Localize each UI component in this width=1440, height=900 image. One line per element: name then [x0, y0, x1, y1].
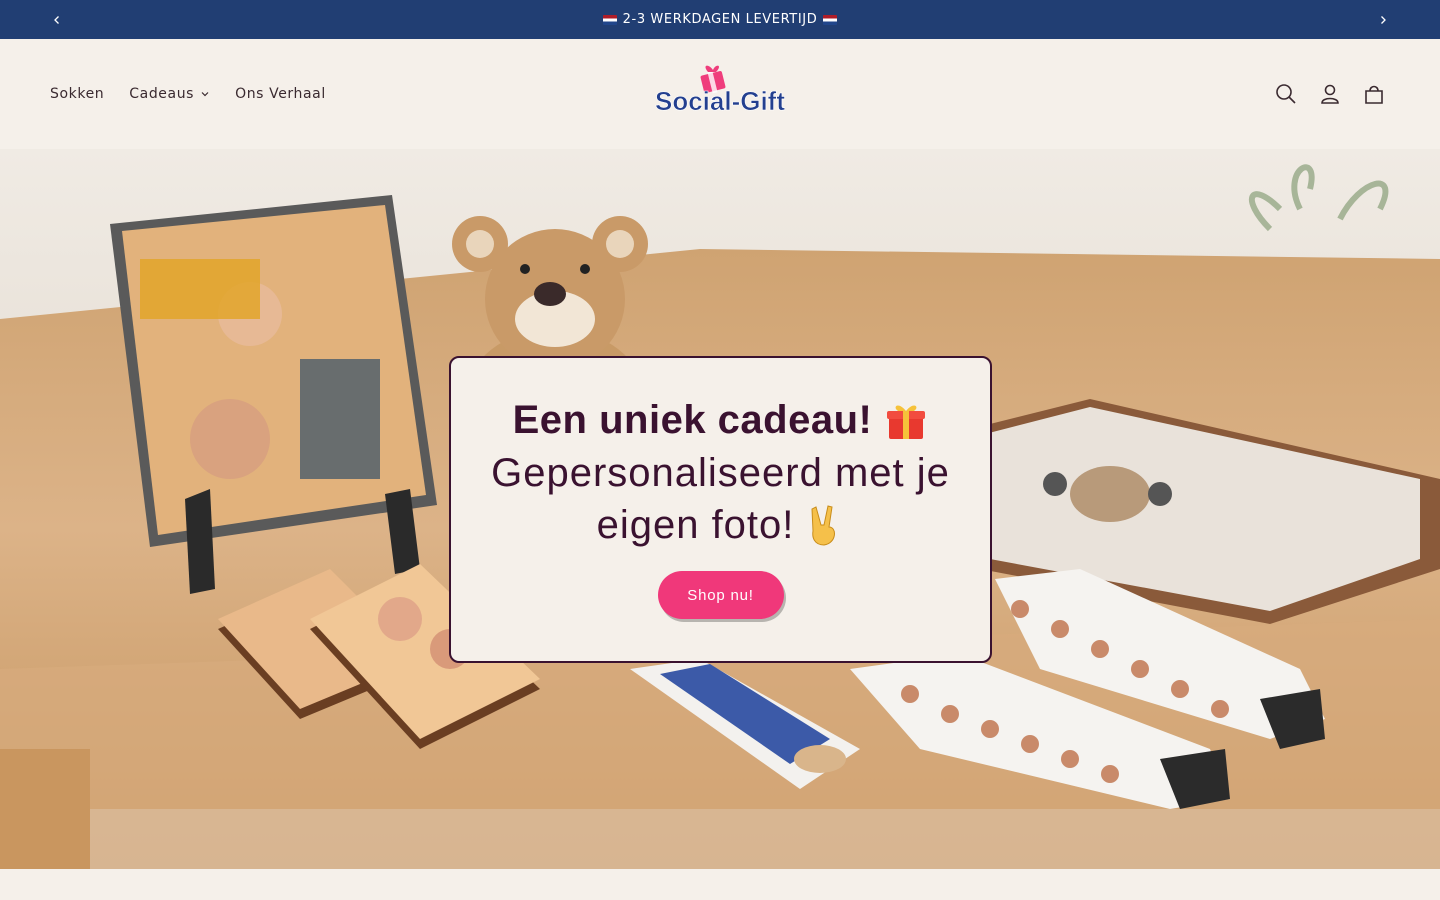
announcement-prev-button[interactable]	[37, 0, 77, 39]
netherlands-flag-icon	[602, 14, 617, 25]
victory-hand-icon	[811, 505, 836, 546]
hero-subtitle-line2-wrap: eigen foto!	[491, 499, 950, 551]
hero-subtitle-line2: eigen foto!	[596, 503, 795, 547]
cart-icon	[1365, 85, 1383, 104]
logo-text: Social-Gift	[655, 86, 785, 116]
shop-now-button[interactable]: Shop nu!	[657, 571, 784, 619]
account-icon	[1321, 84, 1339, 104]
nav-link-label: Ons Verhaal	[235, 86, 326, 102]
nav-link-label: Cadeaus	[129, 86, 195, 102]
announcement-text-wrap: 2-3 WERKDAGEN LEVERTIJD	[602, 12, 838, 27]
cart-button[interactable]	[1363, 83, 1385, 105]
hero-card: Een uniek cadeau! Gepersonaliseerd met j…	[449, 356, 992, 663]
hero-title: Een uniek cadeau!	[512, 398, 873, 442]
search-button[interactable]	[1275, 83, 1297, 105]
chevron-left-icon	[54, 15, 59, 24]
main-nav: Sokken Cadeaus Ons Verhaal	[50, 39, 326, 149]
netherlands-flag-icon	[823, 14, 838, 25]
gift-icon	[887, 405, 926, 439]
nav-link-sokken[interactable]: Sokken	[50, 86, 104, 102]
hero-subtitle-line1: Gepersonaliseerd met je	[491, 451, 950, 495]
announcement-next-button[interactable]	[1363, 0, 1403, 39]
search-icon	[1276, 84, 1296, 104]
header-icons	[1275, 39, 1385, 149]
announcement-text: 2-3 WERKDAGEN LEVERTIJD	[622, 12, 818, 27]
chevron-down-icon	[201, 92, 209, 97]
nav-link-ons-verhaal[interactable]: Ons Verhaal	[235, 86, 326, 102]
announcement-bar: 2-3 WERKDAGEN LEVERTIJD	[0, 0, 1440, 39]
hero-subtitle: Gepersonaliseerd met je eigen foto!	[491, 447, 950, 551]
site-logo[interactable]: Social-Gift	[650, 63, 790, 123]
nav-link-label: Sokken	[50, 86, 105, 102]
hero-title-wrap: Een uniek cadeau!	[513, 398, 929, 443]
hero-banner: Een uniek cadeau! Gepersonaliseerd met j…	[0, 149, 1440, 869]
chevron-right-icon	[1381, 15, 1386, 24]
section-divider	[0, 869, 1440, 900]
nav-link-cadeaus[interactable]: Cadeaus	[129, 86, 210, 102]
site-header: Sokken Cadeaus Ons Verhaal Social-Gift	[0, 39, 1440, 149]
account-button[interactable]	[1319, 83, 1341, 105]
